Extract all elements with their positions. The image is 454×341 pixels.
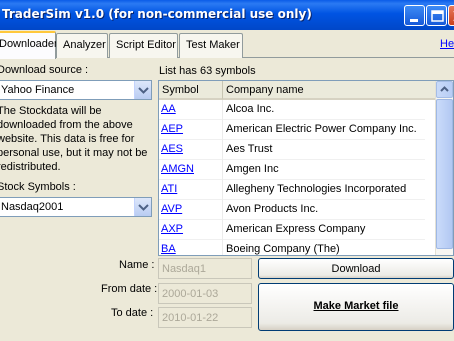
close-button[interactable] bbox=[448, 5, 454, 26]
make-market-file-label: Make Market file bbox=[313, 300, 399, 312]
stock-symbols-value: Nasdaq2001 bbox=[1, 201, 64, 213]
column-divider bbox=[222, 200, 223, 220]
tab-label: Downloader bbox=[0, 38, 58, 50]
download-button[interactable]: Download bbox=[258, 258, 454, 279]
symbol-link[interactable]: AA bbox=[161, 103, 176, 115]
list-item[interactable]: ATI Allegheny Technologies Incorporated bbox=[159, 180, 425, 200]
list-item[interactable]: AMGN Amgen Inc bbox=[159, 160, 425, 180]
company-name: Allegheny Technologies Incorporated bbox=[226, 183, 407, 195]
column-header-label: Company name bbox=[226, 84, 304, 96]
description-line: personal use, but it may not be bbox=[0, 147, 148, 159]
column-header-label: Symbol bbox=[162, 84, 199, 96]
title-bar: TraderSim v1.0 (for non-commercial use o… bbox=[0, 0, 454, 30]
list-item[interactable]: AVP Avon Products Inc. bbox=[159, 200, 425, 220]
vertical-scrollbar[interactable] bbox=[435, 81, 453, 255]
description-line: website. This data is free for bbox=[0, 133, 135, 145]
symbol-count-text: List has 63 symbols bbox=[159, 65, 256, 77]
company-name: Alcoa Inc. bbox=[226, 103, 275, 115]
download-button-label: Download bbox=[331, 263, 381, 275]
download-source-description: The Stockdata will be downloaded from th… bbox=[0, 104, 150, 174]
tab-downloader[interactable]: Downloader bbox=[0, 31, 58, 59]
column-divider bbox=[222, 120, 223, 140]
maximize-icon bbox=[431, 10, 444, 22]
symbol-link[interactable]: AEP bbox=[161, 123, 183, 135]
list-item[interactable]: AA Alcoa Inc. bbox=[159, 100, 425, 120]
column-divider bbox=[222, 220, 223, 240]
from-date-value: 2000-01-03 bbox=[162, 288, 219, 300]
to-date-value: 2010-01-22 bbox=[162, 312, 219, 324]
column-divider bbox=[222, 180, 223, 200]
download-source-value: Yahoo Finance bbox=[1, 84, 75, 96]
company-name: American Express Company bbox=[226, 223, 366, 235]
tab-label: Test Maker bbox=[186, 39, 240, 51]
symbol-link[interactable]: BA bbox=[161, 243, 176, 255]
description-line: downloaded from the above bbox=[0, 119, 133, 131]
description-line: The Stockdata will be bbox=[0, 105, 102, 117]
download-source-label: Download source : bbox=[0, 64, 89, 76]
scroll-thumb[interactable] bbox=[436, 99, 453, 249]
close-icon bbox=[453, 11, 454, 21]
chevron-down-icon bbox=[138, 204, 149, 211]
make-market-file-button[interactable]: Make Market file bbox=[258, 283, 454, 331]
column-divider bbox=[222, 240, 223, 255]
company-name: Aes Trust bbox=[226, 143, 273, 155]
tab-strip: Downloader Analyzer Script Editor Test M… bbox=[0, 30, 454, 59]
minimize-button[interactable] bbox=[404, 5, 425, 26]
chevron-up-icon bbox=[440, 86, 449, 92]
from-date-field[interactable]: 2000-01-03 bbox=[158, 283, 252, 304]
company-name: Amgen Inc bbox=[226, 163, 279, 175]
tab-label: Analyzer bbox=[63, 39, 106, 51]
list-item[interactable]: AES Aes Trust bbox=[159, 140, 425, 160]
column-header-company[interactable]: Company name bbox=[223, 81, 437, 100]
to-date-label: To date : bbox=[111, 307, 154, 319]
symbol-link[interactable]: AES bbox=[161, 143, 183, 155]
column-divider bbox=[222, 160, 223, 180]
from-date-label: From date : bbox=[101, 283, 158, 295]
chevron-down-icon bbox=[138, 87, 149, 94]
download-source-select[interactable]: Yahoo Finance bbox=[0, 80, 152, 100]
dropdown-arrow-button[interactable] bbox=[134, 198, 151, 216]
name-field-value: Nasdaq1 bbox=[162, 263, 207, 275]
column-header-symbol[interactable]: Symbol bbox=[159, 81, 223, 100]
company-name: Boeing Company (The) bbox=[226, 243, 340, 255]
to-date-field[interactable]: 2010-01-22 bbox=[158, 307, 252, 328]
column-divider bbox=[222, 140, 223, 160]
stock-symbols-label: Stock Symbols : bbox=[0, 181, 76, 193]
company-name: Avon Products Inc. bbox=[226, 203, 319, 215]
window-title: TraderSim v1.0 (for non-commercial use o… bbox=[2, 7, 312, 21]
symbol-link[interactable]: AMGN bbox=[161, 163, 194, 175]
list-item[interactable]: AXP American Express Company bbox=[159, 220, 425, 240]
maximize-button[interactable] bbox=[426, 5, 447, 26]
tab-script-editor[interactable]: Script Editor bbox=[109, 33, 178, 58]
minimize-icon bbox=[410, 19, 418, 22]
name-label: Name : bbox=[119, 259, 155, 271]
symbol-link[interactable]: AXP bbox=[161, 223, 183, 235]
tab-analyzer[interactable]: Analyzer bbox=[56, 33, 108, 58]
symbols-list[interactable]: Symbol Company name AA Alcoa Inc. AEP Am… bbox=[158, 80, 454, 256]
column-divider bbox=[222, 100, 223, 120]
list-item[interactable]: AEP American Electric Power Company Inc. bbox=[159, 120, 425, 140]
description-line: redistributed. bbox=[0, 161, 61, 173]
symbol-link[interactable]: ATI bbox=[161, 183, 177, 195]
help-link[interactable]: He bbox=[440, 38, 454, 50]
dropdown-arrow-button[interactable] bbox=[134, 81, 151, 99]
list-item[interactable]: BA Boeing Company (The) bbox=[159, 240, 425, 255]
scroll-up-button[interactable] bbox=[436, 81, 453, 98]
tab-test-maker[interactable]: Test Maker bbox=[179, 33, 243, 58]
name-field[interactable]: Nasdaq1 bbox=[158, 258, 252, 279]
company-name: American Electric Power Company Inc. bbox=[226, 123, 417, 135]
tab-label: Script Editor bbox=[116, 39, 176, 51]
stock-symbols-select[interactable]: Nasdaq2001 bbox=[0, 197, 152, 217]
symbol-link[interactable]: AVP bbox=[161, 203, 182, 215]
